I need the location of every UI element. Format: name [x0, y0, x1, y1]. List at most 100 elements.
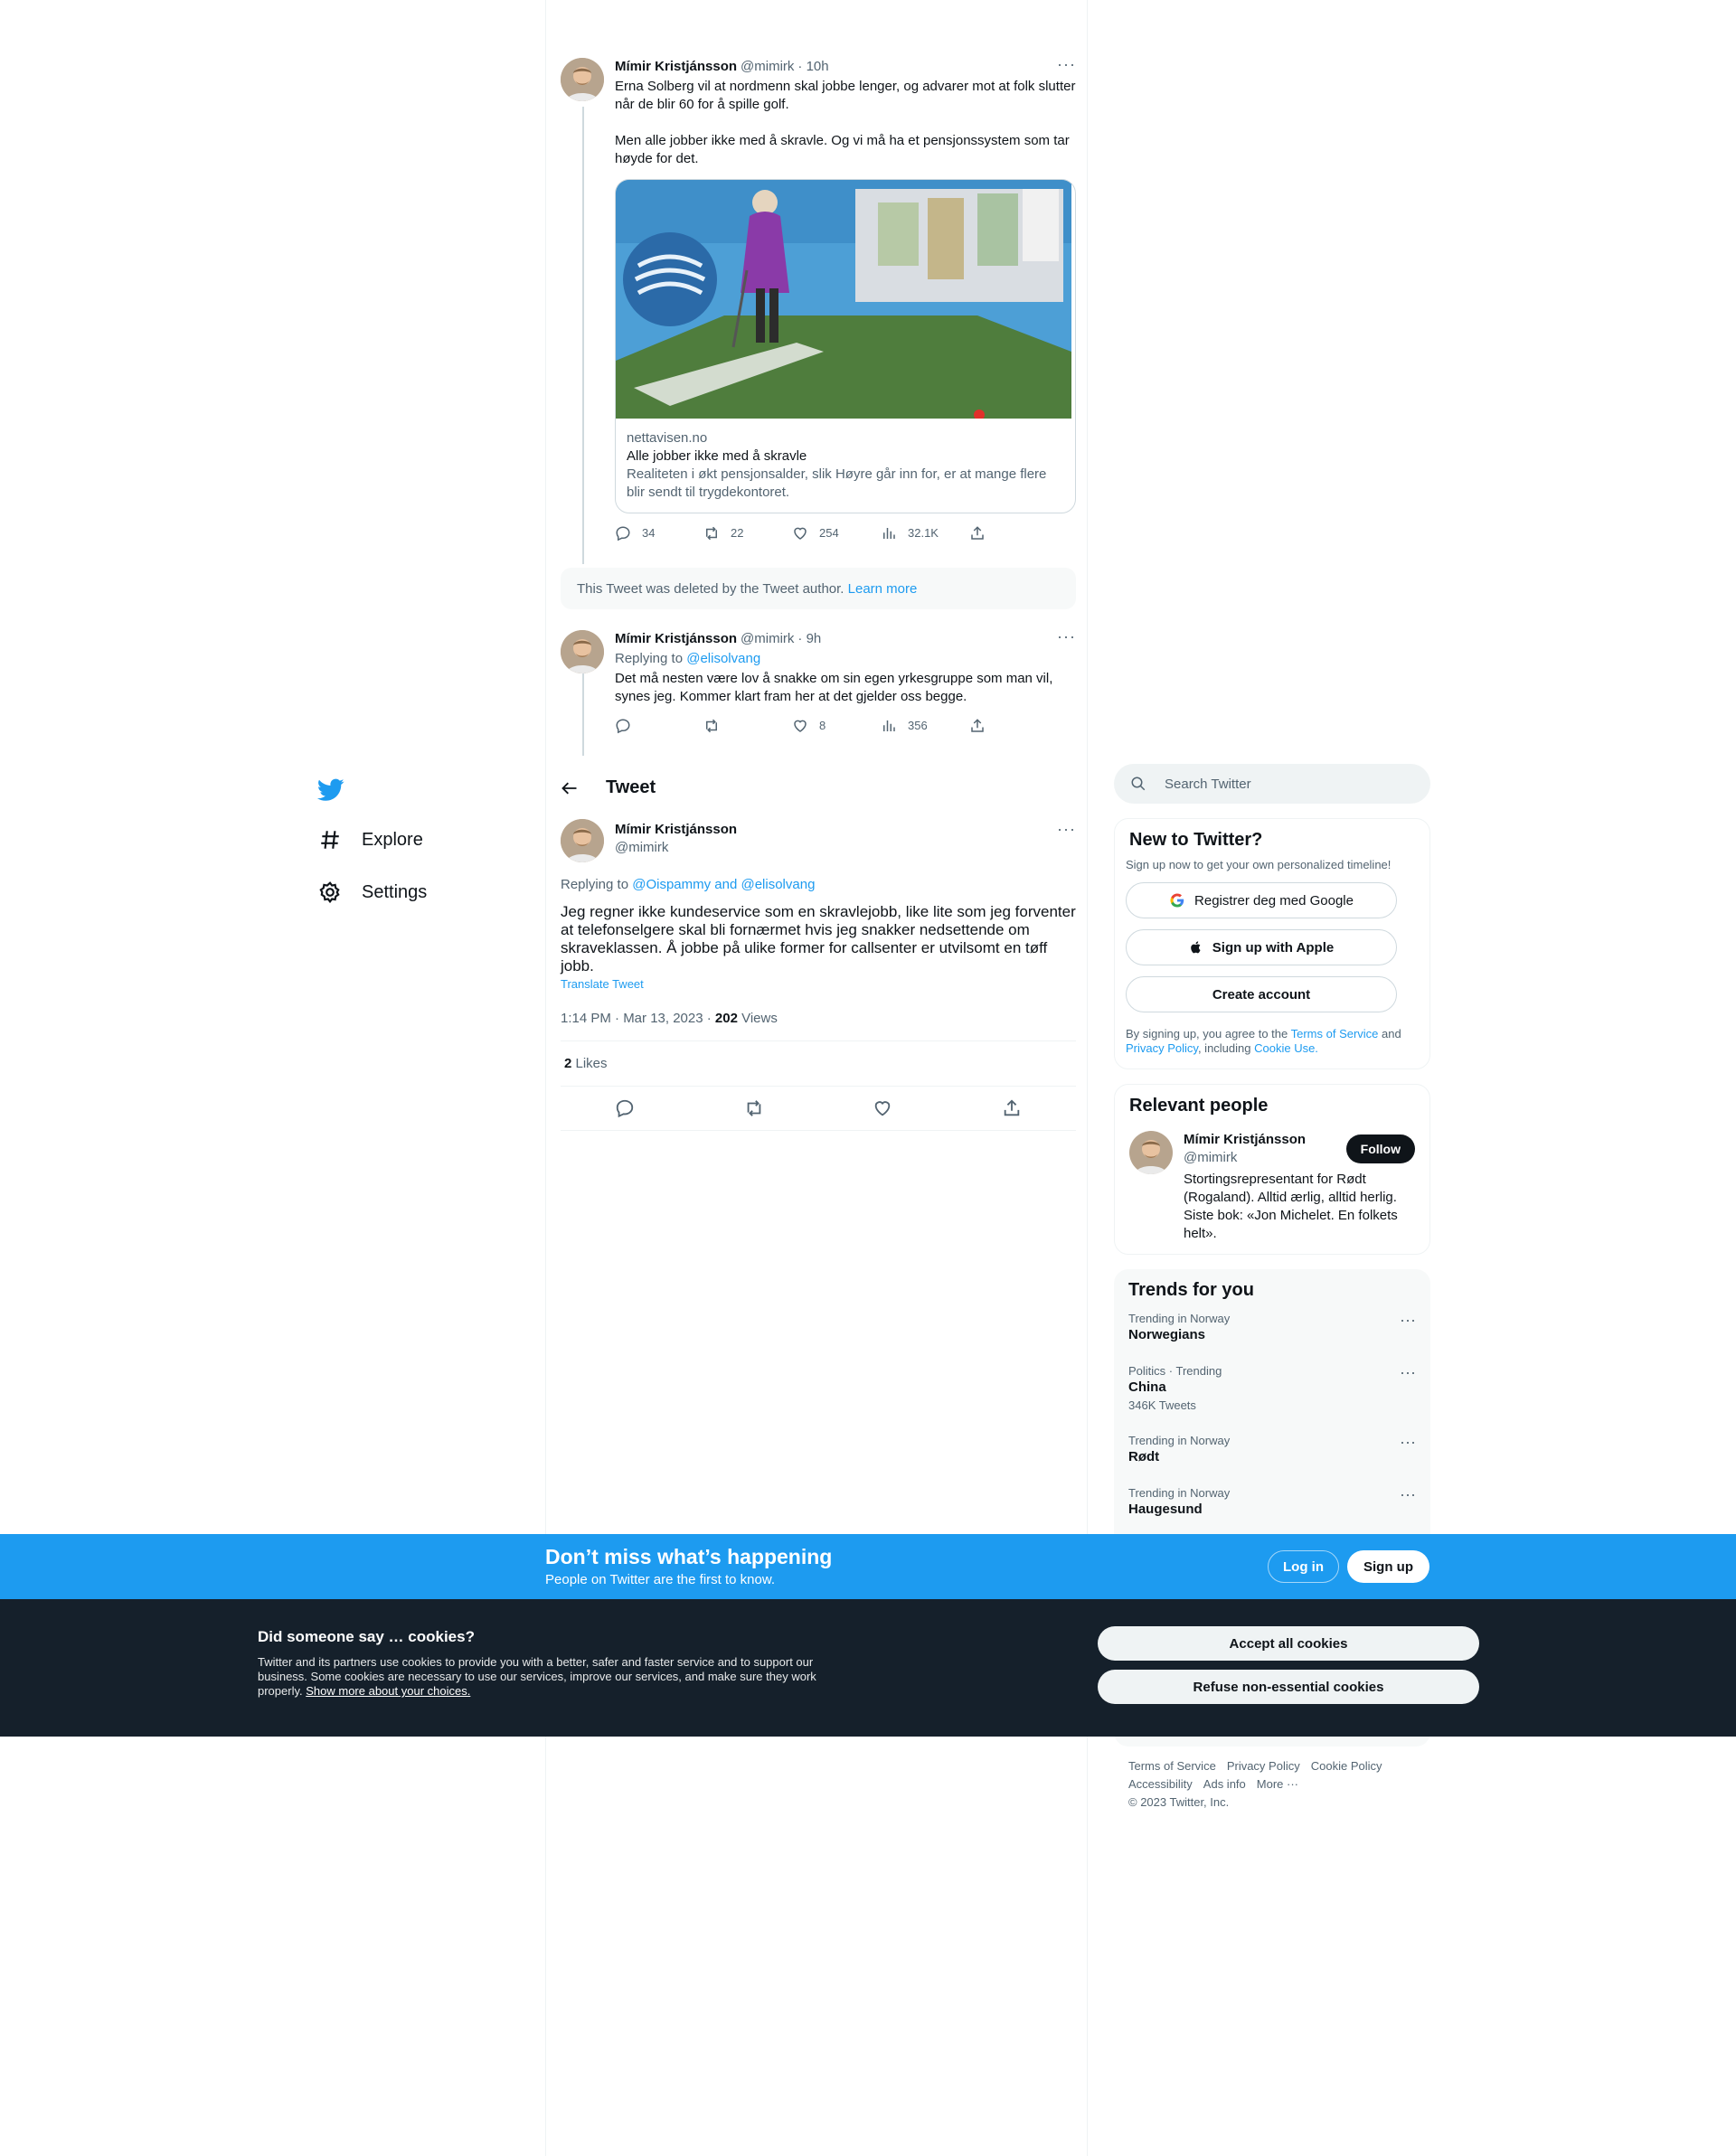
back-arrow-icon[interactable]	[561, 779, 579, 797]
trend-item[interactable]: Politics · Trending China 346K Tweets ···	[1114, 1353, 1430, 1423]
more-icon[interactable]: ···	[1400, 1364, 1416, 1380]
trend-item[interactable]: Trending in Norway Norwegians ···	[1114, 1301, 1430, 1353]
views-button[interactable]: 32.1K	[881, 524, 969, 542]
refuse-cookies-button[interactable]: Refuse non-essential cookies	[1098, 1670, 1479, 1704]
share-button[interactable]	[969, 717, 1058, 735]
card-domain: nettavisen.no	[627, 430, 708, 446]
avatar[interactable]	[561, 58, 604, 101]
more-icon[interactable]: ···	[1057, 821, 1076, 837]
nav-explore[interactable]: Explore	[307, 814, 533, 866]
like-button[interactable]: 254	[792, 524, 881, 542]
trend-count: 346K Tweets	[1128, 1398, 1196, 1412]
author-name[interactable]: Mímir Kristjánsson	[615, 821, 1076, 839]
deleted-text: This Tweet was deleted by the Tweet auth…	[577, 580, 844, 597]
signup-button[interactable]: Sign up	[1347, 1550, 1429, 1583]
author-handle[interactable]: @mimirk	[741, 58, 794, 76]
retweet-icon[interactable]	[744, 1098, 764, 1118]
footer-accessibility[interactable]: Accessibility	[1128, 1777, 1193, 1791]
accept-cookies-button[interactable]: Accept all cookies	[1098, 1626, 1479, 1661]
tweet-text: Jeg regner ikke kundeservice som en skra…	[561, 903, 1076, 974]
more-icon[interactable]: ···	[1400, 1486, 1416, 1502]
card-image	[616, 180, 1075, 419]
share-button[interactable]	[969, 524, 1058, 542]
reply-icon[interactable]	[615, 1098, 635, 1118]
likes-stat[interactable]: 2 Likes	[561, 1041, 1076, 1086]
trend-name: Norwegians	[1128, 1327, 1206, 1342]
avatar[interactable]	[561, 630, 604, 673]
footer-privacy[interactable]: Privacy Policy	[1227, 1759, 1300, 1773]
footer-terms[interactable]: Terms of Service	[1128, 1759, 1216, 1773]
author-name[interactable]: Mímir Kristjánsson	[615, 58, 737, 76]
legal-text-2: and	[1378, 1027, 1401, 1040]
person-card[interactable]: Mímir Kristjánsson @mimirk Stortingsrepr…	[1129, 1131, 1415, 1243]
share-icon	[971, 526, 984, 540]
footer-more[interactable]: More ···	[1257, 1777, 1298, 1791]
create-label: Create account	[1212, 986, 1311, 1003]
privacy-link[interactable]: Privacy Policy	[1126, 1041, 1198, 1055]
cookie-use-link[interactable]: Cookie Use.	[1254, 1041, 1318, 1055]
new-to-twitter-box: New to Twitter? Sign up now to get your …	[1114, 818, 1430, 1069]
author-handle[interactable]: @mimirk	[741, 630, 794, 648]
heart-icon[interactable]	[873, 1098, 892, 1118]
google-signup-button[interactable]: Registrer deg med Google	[1126, 882, 1397, 918]
footer-ads[interactable]: Ads info	[1203, 1777, 1246, 1791]
learn-more-link[interactable]: Learn more	[848, 581, 918, 597]
thread-tweet[interactable]: Mímir Kristjánsson @mimirk · 10h ··· Ern…	[561, 56, 1076, 542]
trend-name: Rødt	[1128, 1449, 1160, 1464]
retweet-icon	[706, 526, 717, 541]
terms-link[interactable]: Terms of Service	[1291, 1027, 1379, 1040]
create-account-button[interactable]: Create account	[1126, 976, 1397, 1012]
tweet-time[interactable]: · 9h	[797, 630, 821, 648]
nav-settings[interactable]: Settings	[307, 866, 533, 918]
search-placeholder: Search Twitter	[1165, 776, 1251, 792]
views-count: 202	[714, 1011, 738, 1026]
legal-text-3: , including	[1197, 1041, 1255, 1055]
more-icon[interactable]: ···	[1400, 1312, 1416, 1328]
retweet-button[interactable]: 22	[703, 524, 792, 542]
card-title: Alle jobber ikke med å skravle	[627, 448, 807, 464]
views-count: 356	[908, 719, 928, 732]
tweet-actions: 8 356	[615, 717, 1076, 735]
translate-link[interactable]: Translate Tweet	[561, 977, 1076, 991]
trend-item[interactable]: Trending in Norway Rødt ···	[1114, 1423, 1430, 1475]
views-button[interactable]: 356	[881, 717, 969, 735]
cookie-choices-link[interactable]: Show more about your choices.	[306, 1684, 470, 1698]
avatar[interactable]	[1129, 1131, 1173, 1174]
more-icon[interactable]: ···	[1057, 56, 1076, 72]
like-button[interactable]: 8	[792, 717, 881, 735]
login-button[interactable]: Log in	[1268, 1550, 1339, 1583]
focal-actions	[561, 1087, 1076, 1130]
share-icon[interactable]	[1002, 1098, 1022, 1118]
divider	[561, 1130, 1076, 1131]
retweet-button[interactable]	[703, 717, 792, 735]
footer-cookie[interactable]: Cookie Policy	[1311, 1759, 1382, 1773]
footer-copyright: © 2023 Twitter, Inc.	[1128, 1795, 1230, 1809]
replying-prefix: Replying to	[561, 877, 629, 892]
nav-explore-label: Explore	[362, 829, 423, 850]
cookie-description: Twitter and its partners use cookies to …	[258, 1655, 836, 1699]
reply-button[interactable]: 34	[615, 524, 703, 542]
follow-button[interactable]: Follow	[1345, 1134, 1415, 1163]
card-description: Realiteten i økt pensjonsalder, slik Høy…	[627, 466, 1047, 500]
views-count: 32.1K	[908, 526, 939, 540]
trend-item[interactable]: Trending in Norway Haugesund ···	[1114, 1475, 1430, 1528]
tweet-timestamp[interactable]: 1:14 PM · Mar 13, 2023 · 202 Views	[561, 1011, 1076, 1026]
trend-name: Haugesund	[1128, 1502, 1203, 1517]
author-name[interactable]: Mímir Kristjánsson	[615, 630, 737, 648]
reply-button[interactable]	[615, 717, 703, 735]
author-handle[interactable]: @mimirk	[615, 839, 1076, 857]
twitter-logo-icon[interactable]	[307, 767, 354, 814]
replying-handle[interactable]: @elisolvang	[686, 651, 760, 666]
replying-handles[interactable]: @Oispammy and @elisolvang	[632, 877, 815, 892]
apple-signup-button[interactable]: Sign up with Apple	[1126, 929, 1397, 965]
link-card[interactable]: nettavisen.no Alle jobber ikke med å skr…	[615, 179, 1076, 513]
more-icon[interactable]: ···	[1057, 628, 1076, 645]
more-icon[interactable]: ···	[1400, 1434, 1416, 1450]
google-label: Registrer deg med Google	[1194, 892, 1354, 909]
thread-tweet[interactable]: Mímir Kristjánsson @mimirk · 9h ··· Repl…	[561, 628, 1076, 735]
tweet-time[interactable]: · 10h	[797, 58, 828, 76]
avatar[interactable]	[561, 819, 604, 862]
search-input[interactable]: Search Twitter	[1114, 764, 1430, 804]
reply-count: 34	[642, 526, 656, 540]
views-icon	[883, 720, 895, 731]
